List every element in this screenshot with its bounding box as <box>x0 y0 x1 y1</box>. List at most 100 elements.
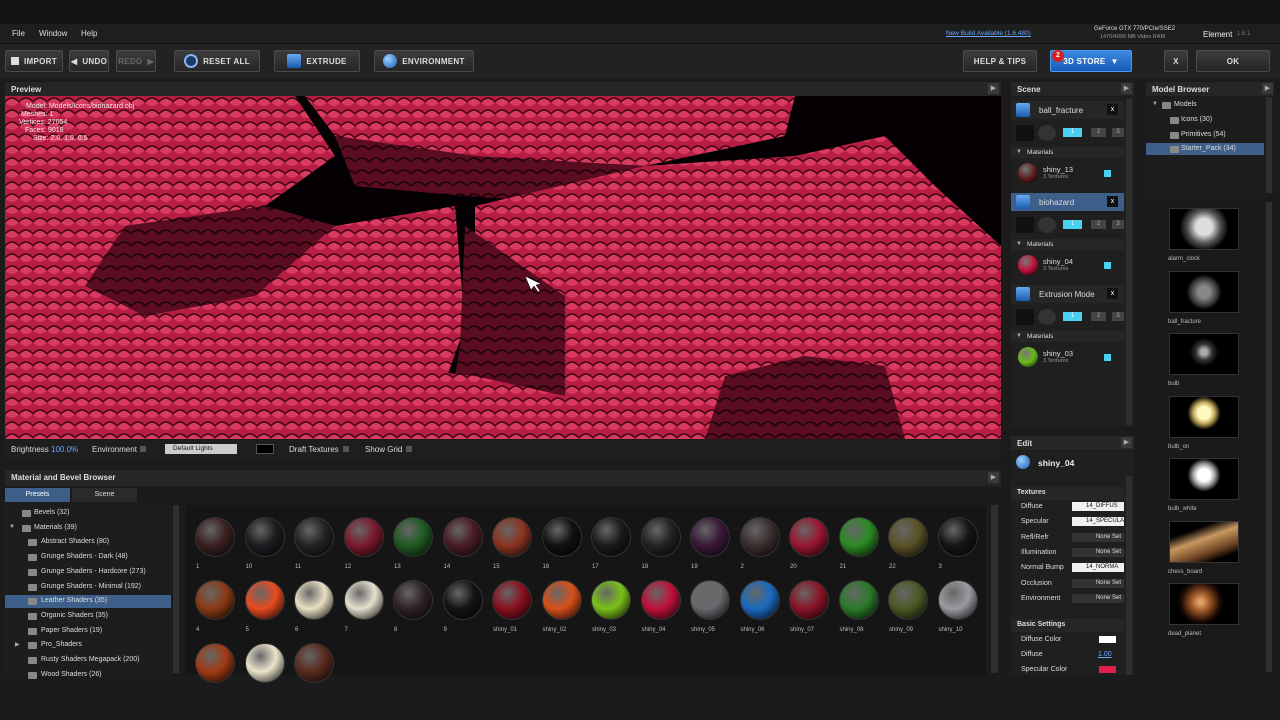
expand-arrow-icon[interactable]: ▼ <box>9 524 15 530</box>
visibility-icon[interactable] <box>1016 125 1034 141</box>
settings-gear-icon[interactable] <box>1038 217 1056 233</box>
material-swatch[interactable] <box>244 643 285 683</box>
environment-checkbox[interactable] <box>140 446 146 452</box>
scene-object-2[interactable]: Extrusion Mode x <box>1011 285 1124 303</box>
tab-presets[interactable]: Presets <box>5 488 70 502</box>
bg-color-swatch[interactable] <box>256 444 274 454</box>
material-swatch[interactable] <box>294 643 334 683</box>
reset-all-button[interactable]: RESET ALL <box>174 50 260 72</box>
material-swatch[interactable] <box>888 580 928 620</box>
model-bulb-white-thumb[interactable] <box>1169 458 1239 500</box>
texture-slot-field[interactable]: 14_SPECULA <box>1072 517 1124 527</box>
menu-help[interactable]: Help <box>81 29 97 38</box>
material-swatch[interactable] <box>294 580 334 620</box>
close-button[interactable]: X <box>1164 50 1188 72</box>
tree-item[interactable]: ▼ Materials (39) <box>5 522 171 535</box>
lights-dropdown[interactable]: Default Lights <box>165 444 237 454</box>
material-row[interactable]: shiny_03 3 Textures <box>1011 345 1124 369</box>
material-swatch[interactable] <box>195 517 235 557</box>
object-close-button[interactable]: x <box>1107 288 1118 299</box>
edit-expand-icon[interactable]: ▶ <box>1121 437 1132 448</box>
expand-arrow-icon[interactable]: ▼ <box>1152 101 1158 107</box>
material-swatch[interactable] <box>838 517 879 557</box>
model-alarm-clock-thumb[interactable] <box>1169 208 1239 250</box>
texture-slot-field[interactable]: None Set <box>1072 532 1124 542</box>
material-swatch[interactable] <box>888 517 928 557</box>
texture-slot-field[interactable]: None Set <box>1072 593 1124 603</box>
material-swatch[interactable] <box>591 580 631 620</box>
grid-scrollbar[interactable] <box>991 505 998 673</box>
model-list-scrollbar[interactable] <box>1266 202 1272 672</box>
show-grid-checkbox[interactable] <box>406 446 412 452</box>
menu-file[interactable]: File <box>12 29 25 38</box>
material-swatch[interactable] <box>640 517 681 557</box>
redo-button[interactable]: REDO ▶ <box>116 50 156 72</box>
model-tree-item[interactable]: ▼ Models <box>1146 99 1264 111</box>
material-swatch[interactable] <box>442 517 483 557</box>
material-active-checkbox[interactable] <box>1104 170 1111 177</box>
undo-button[interactable]: ◀ UNDO <box>69 50 109 72</box>
model-tree-item[interactable]: Icons (30) <box>1146 114 1264 126</box>
material-swatch[interactable] <box>442 580 483 620</box>
layer-2-button[interactable]: 2 <box>1091 312 1106 321</box>
diffuse-value[interactable]: 1.00 <box>1098 651 1112 658</box>
model-chess-board-thumb[interactable] <box>1169 520 1239 563</box>
texture-slot-field[interactable]: 14_NORMA <box>1072 563 1124 573</box>
material-swatch[interactable] <box>789 517 829 557</box>
extrude-button[interactable]: EXTRUDE <box>274 50 360 72</box>
material-swatch[interactable] <box>739 517 780 557</box>
material-swatch[interactable] <box>244 517 285 557</box>
layer-3-button[interactable]: 3 <box>1112 220 1124 229</box>
material-swatch[interactable] <box>640 580 681 620</box>
material-swatch[interactable] <box>294 517 334 557</box>
settings-gear-icon[interactable] <box>1038 125 1056 141</box>
model-ball-fracture-thumb[interactable] <box>1169 270 1239 313</box>
tab-scene[interactable]: Scene <box>72 488 137 502</box>
ok-button[interactable]: OK <box>1196 50 1270 72</box>
help-tips-button[interactable]: HELP & TIPS <box>963 50 1037 72</box>
import-button[interactable]: IMPORT <box>5 50 63 72</box>
tree-item[interactable]: Rusty Shaders Megapack (200) <box>5 654 171 667</box>
material-swatch[interactable] <box>838 580 879 620</box>
preview-viewport[interactable]: Model: Models/Icons/biohazard.obj Meshes… <box>5 96 1001 439</box>
model-tree-item[interactable]: Starter_Pack (34) <box>1146 143 1264 156</box>
collapse-arrow-icon[interactable]: ▼ <box>1016 241 1022 247</box>
layer-1-button[interactable]: 1 <box>1063 312 1082 321</box>
new-build-link[interactable]: New Build Available (1.6.480) <box>946 30 1031 37</box>
material-swatch[interactable] <box>393 517 433 557</box>
material-swatch[interactable] <box>591 517 631 557</box>
settings-gear-icon[interactable] <box>1038 309 1056 325</box>
model-bulb-thumb[interactable] <box>1169 333 1239 375</box>
scene-object-1[interactable]: biohazard x <box>1011 193 1124 211</box>
layer-2-button[interactable]: 2 <box>1091 128 1106 137</box>
material-row[interactable]: shiny_04 3 Textures <box>1011 253 1124 277</box>
tree-item[interactable]: ▶ Pro_Shaders <box>5 639 171 652</box>
model-browser-expand-icon[interactable]: ▶ <box>1262 83 1273 94</box>
scene-expand-icon[interactable]: ▶ <box>1121 83 1132 94</box>
material-swatch[interactable] <box>541 517 582 557</box>
tree-item[interactable]: Organic Shaders (35) <box>5 610 171 623</box>
tree-item[interactable]: Abstract Shaders (80) <box>5 536 171 549</box>
material-active-checkbox[interactable] <box>1104 354 1111 361</box>
tree-item[interactable]: Bevels (32) <box>5 507 171 520</box>
browser-expand-icon[interactable]: ▶ <box>988 472 999 483</box>
draft-textures-checkbox[interactable] <box>343 446 349 452</box>
tree-item[interactable]: Grunge Shaders - Minimal (192) <box>5 581 171 594</box>
material-swatch[interactable] <box>739 580 780 620</box>
tree-item[interactable]: Paper Shaders (19) <box>5 625 171 638</box>
tree-item[interactable]: Leather Shaders (35) <box>5 595 171 609</box>
environment-button[interactable]: ENVIRONMENT <box>374 50 474 72</box>
material-swatch[interactable] <box>343 517 384 557</box>
material-swatch[interactable] <box>492 580 532 620</box>
material-swatch[interactable] <box>195 580 235 620</box>
scene-scrollbar[interactable] <box>1126 99 1132 425</box>
model-bulb-on-thumb[interactable] <box>1169 395 1239 438</box>
specular-color-swatch[interactable] <box>1099 666 1116 673</box>
layer-3-button[interactable]: 3 <box>1112 128 1124 137</box>
material-swatch[interactable] <box>393 580 433 620</box>
model-dead-planet-thumb[interactable] <box>1169 583 1239 625</box>
material-active-checkbox[interactable] <box>1104 262 1111 269</box>
model-tree-item[interactable]: Primitives (54) <box>1146 129 1264 141</box>
object-close-button[interactable]: x <box>1107 104 1118 115</box>
visibility-icon[interactable] <box>1016 217 1034 233</box>
